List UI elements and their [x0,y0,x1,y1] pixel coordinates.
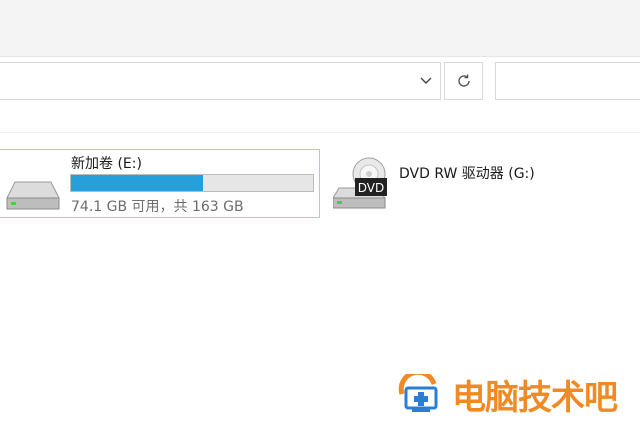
chevron-down-icon [420,77,432,84]
watermark: 电脑技术吧 [398,372,638,418]
capacity-bar-fill [71,175,203,191]
ribbon-area [0,0,640,57]
search-input[interactable] [495,62,640,100]
address-bar[interactable] [0,62,441,100]
hard-drive-icon [5,178,61,218]
drive-name[interactable]: DVD RW 驱动器 (G:) [399,163,535,183]
watermark-logo-icon [398,374,438,412]
capacity-bar [70,174,314,192]
address-history-button[interactable] [412,62,440,100]
drive-name: 新加卷 (E:) [71,156,142,172]
dvd-badge-label: DVD [358,181,384,195]
refresh-icon [457,74,470,87]
dvd-drive-icon[interactable]: DVD [332,156,391,214]
divider [0,132,640,133]
drive-free-space: 74.1 GB 可用，共 163 GB [71,199,244,215]
watermark-text: 电脑技术吧 [452,377,618,418]
refresh-button[interactable] [444,62,483,100]
